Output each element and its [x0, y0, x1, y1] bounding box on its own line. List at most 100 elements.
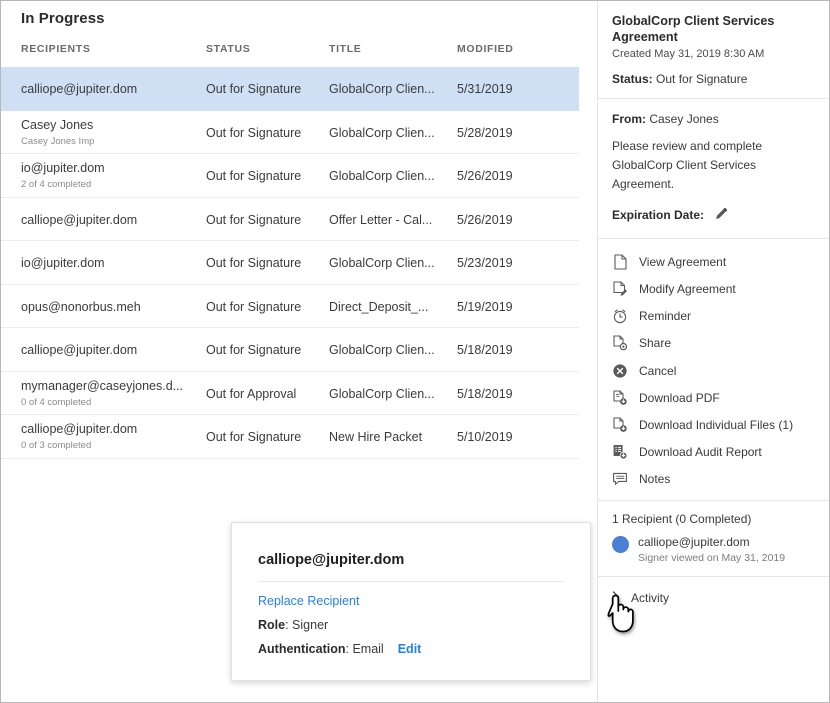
row-status: Out for Signature	[206, 169, 302, 183]
pencil-icon[interactable]	[714, 206, 729, 224]
row-status: Out for Signature	[206, 299, 302, 314]
row-title: Offer Letter - Cal...	[329, 212, 433, 227]
action-reminder[interactable]: Reminder	[598, 303, 829, 330]
detail-status-value: Out for Signature	[656, 72, 748, 87]
row-title: GlobalCorp Clien...	[329, 343, 435, 357]
table-body: calliope@jupiter.dom Out for Signature Glo…	[1, 67, 579, 459]
column-header-recipients[interactable]: RECIPIENTS	[21, 43, 91, 55]
table-row[interactable]: mymanager@caseyjones.d... 0 of 4 complete…	[1, 372, 579, 415]
row-modified: 5/19/2019	[457, 299, 513, 314]
row-recipient: calliope@jupiter.dom	[21, 212, 138, 227]
row-recipient: io@jupiter.dom	[21, 161, 105, 175]
row-recipient: io@jupiter.dom	[21, 256, 105, 270]
edit-authentication-link[interactable]: Edit	[398, 642, 422, 656]
action-download-pdf[interactable]: Download PDF	[598, 384, 829, 411]
pdf-download-icon	[612, 390, 628, 406]
row-recipient-sub: Casey Jones Imp	[21, 135, 95, 147]
recipient-status: Signer viewed on May 31, 2019	[638, 551, 786, 564]
detail-document-title: GlobalCorp Client Services Agreement	[612, 14, 775, 44]
popover-title: calliope@jupiter.dom	[258, 552, 405, 568]
row-status: Out for Signature	[206, 430, 302, 444]
table-row[interactable]: Casey Jones Casey Jones Imp Out for Signat…	[1, 111, 579, 154]
row-recipient-sub: 2 of 4 completed	[21, 179, 92, 190]
row-title: New Hire Packet	[329, 430, 423, 444]
popover-role: Role: Signer	[258, 618, 329, 632]
report-download-icon	[612, 444, 628, 460]
recipient-email: calliope@jupiter.dom	[638, 534, 750, 549]
column-header-status[interactable]: STATUS	[206, 43, 250, 55]
recipients-section: 1 Recipient (0 Completed) calliope@jupit…	[598, 501, 829, 576]
table-row[interactable]: calliope@jupiter.dom Out for Signature Glo…	[1, 328, 579, 372]
action-view-agreement[interactable]: View Agreement	[598, 248, 829, 275]
agreement-detail-rail: GlobalCorp Client Services Agreement Cre…	[597, 1, 829, 702]
action-label: Share	[639, 336, 672, 351]
detail-from-label: From:	[612, 112, 646, 127]
row-status: Out for Signature	[206, 125, 302, 140]
popover-authentication: Authentication: Email Edit	[258, 642, 422, 656]
detail-from-value: Casey Jones	[649, 112, 719, 127]
authentication-value: Email	[352, 642, 384, 656]
popover-body: Replace Recipient Role: Signer Authentic…	[232, 582, 590, 656]
row-recipient-sub: 0 of 3 completed	[21, 440, 92, 451]
table-row[interactable]: io@jupiter.dom Out for Signature GlobalCor…	[1, 241, 579, 285]
row-title: GlobalCorp Clien...	[329, 82, 435, 96]
detail-status-label: Status:	[612, 72, 653, 87]
row-modified: 5/18/2019	[457, 386, 513, 401]
action-notes[interactable]: Notes	[598, 466, 829, 493]
row-status: Out for Signature	[206, 343, 302, 357]
column-header-title[interactable]: TITLE	[329, 43, 361, 55]
row-modified: 5/31/2019	[457, 82, 513, 96]
row-modified: 5/23/2019	[457, 256, 513, 270]
agreement-actions-list: View Agreement Modify Agreement Reminder Sh…	[598, 239, 829, 500]
row-title: GlobalCorp Clien...	[329, 256, 435, 270]
detail-message-section: From: Casey Jones Please review and comp…	[598, 99, 829, 238]
row-recipient: calliope@jupiter.dom	[21, 343, 138, 357]
row-recipient-sub: 0 of 4 completed	[21, 396, 92, 408]
file-download-icon	[612, 417, 628, 433]
table-header-row: RECIPIENTS STATUS TITLE MODIFIED	[1, 39, 579, 67]
recipient-popover: calliope@jupiter.dom Replace Recipient R…	[231, 522, 591, 681]
document-share-icon	[612, 335, 628, 351]
detail-message: Please review and complete GlobalCorp Cl…	[612, 139, 763, 191]
row-modified: 5/18/2019	[457, 343, 513, 357]
table-row[interactable]: io@jupiter.dom 2 of 4 completed Out for Si…	[1, 154, 579, 198]
row-title: Direct_Deposit_...	[329, 299, 429, 314]
replace-recipient-link[interactable]: Replace Recipient	[258, 594, 564, 608]
action-download-audit-report[interactable]: Download Audit Report	[598, 439, 829, 466]
action-cancel[interactable]: Cancel	[598, 357, 829, 384]
chevron-right-icon	[612, 591, 621, 606]
action-label: Modify Agreement	[639, 282, 736, 297]
row-title: GlobalCorp Clien...	[329, 125, 435, 140]
table-row[interactable]: calliope@jupiter.dom Out for Signature Off…	[1, 198, 579, 241]
action-download-individual-files-1[interactable]: Download Individual Files (1)	[598, 411, 829, 438]
document-icon	[612, 254, 628, 270]
action-share[interactable]: Share	[598, 330, 829, 357]
table-row[interactable]: calliope@jupiter.dom 0 of 3 completed Out …	[1, 415, 579, 459]
row-status: Out for Signature	[206, 256, 302, 270]
agreements-table: RECIPIENTS STATUS TITLE MODIFIED calliop…	[1, 39, 579, 459]
column-header-modified[interactable]: MODIFIED	[457, 43, 514, 55]
action-label: View Agreement	[639, 254, 727, 269]
row-recipient: calliope@jupiter.dom	[21, 82, 138, 96]
action-label: Cancel	[639, 363, 677, 378]
recipient-row[interactable]: calliope@jupiter.dom Signer viewed on Ma…	[612, 535, 817, 564]
role-label: Role	[258, 618, 286, 632]
row-status: Out for Approval	[206, 386, 297, 401]
role-value: Signer	[292, 618, 329, 632]
avatar	[612, 535, 629, 553]
row-status: Out for Signature	[206, 212, 302, 227]
row-title: GlobalCorp Clien...	[329, 169, 435, 183]
detail-expiration: Expiration Date:	[612, 206, 817, 224]
row-title: GlobalCorp Clien...	[329, 386, 435, 401]
table-row[interactable]: calliope@jupiter.dom Out for Signature Glo…	[1, 67, 579, 111]
agreements-manage-screen: In Progress RECIPIENTS STATUS TITLE MODI…	[0, 0, 830, 703]
row-recipient: mymanager@caseyjones.d...	[21, 378, 184, 393]
activity-section-toggle[interactable]: Activity	[598, 577, 829, 620]
table-row[interactable]: opus@nonorbus.meh Out for Signature Direct…	[1, 285, 579, 328]
detail-created-date: Created May 31, 2019 8:30 AM	[612, 48, 765, 61]
row-modified: 5/26/2019	[457, 169, 513, 183]
row-recipient: opus@nonorbus.meh	[21, 299, 141, 314]
row-modified: 5/10/2019	[457, 430, 513, 444]
action-modify-agreement[interactable]: Modify Agreement	[598, 275, 829, 302]
row-recipient: calliope@jupiter.dom	[21, 422, 138, 436]
